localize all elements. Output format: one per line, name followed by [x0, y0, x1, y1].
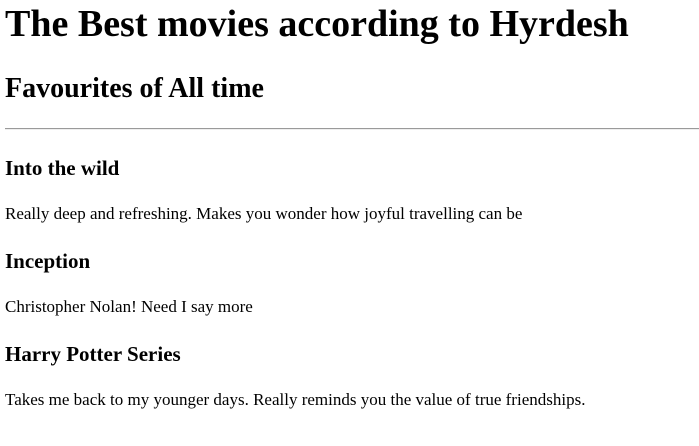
movie-description-inception: Christopher Nolan! Need I say more [5, 297, 253, 316]
movie-title-inception: Inception [5, 249, 91, 273]
page-subtitle: Favourites of All time [5, 73, 264, 104]
page-title: The Best movies according to Hyrdesh [5, 3, 629, 45]
page: The Best movies according to Hyrdesh Fav… [0, 0, 699, 446]
horizontal-divider [5, 128, 699, 130]
movie-title-harry-potter-series: Harry Potter Series [5, 342, 181, 366]
movie-description-into-the-wild: Really deep and refreshing. Makes you wo… [5, 204, 523, 223]
movie-description-harry-potter-series: Takes me back to my younger days. Really… [5, 390, 586, 409]
movie-title-into-the-wild: Into the wild [5, 156, 120, 180]
